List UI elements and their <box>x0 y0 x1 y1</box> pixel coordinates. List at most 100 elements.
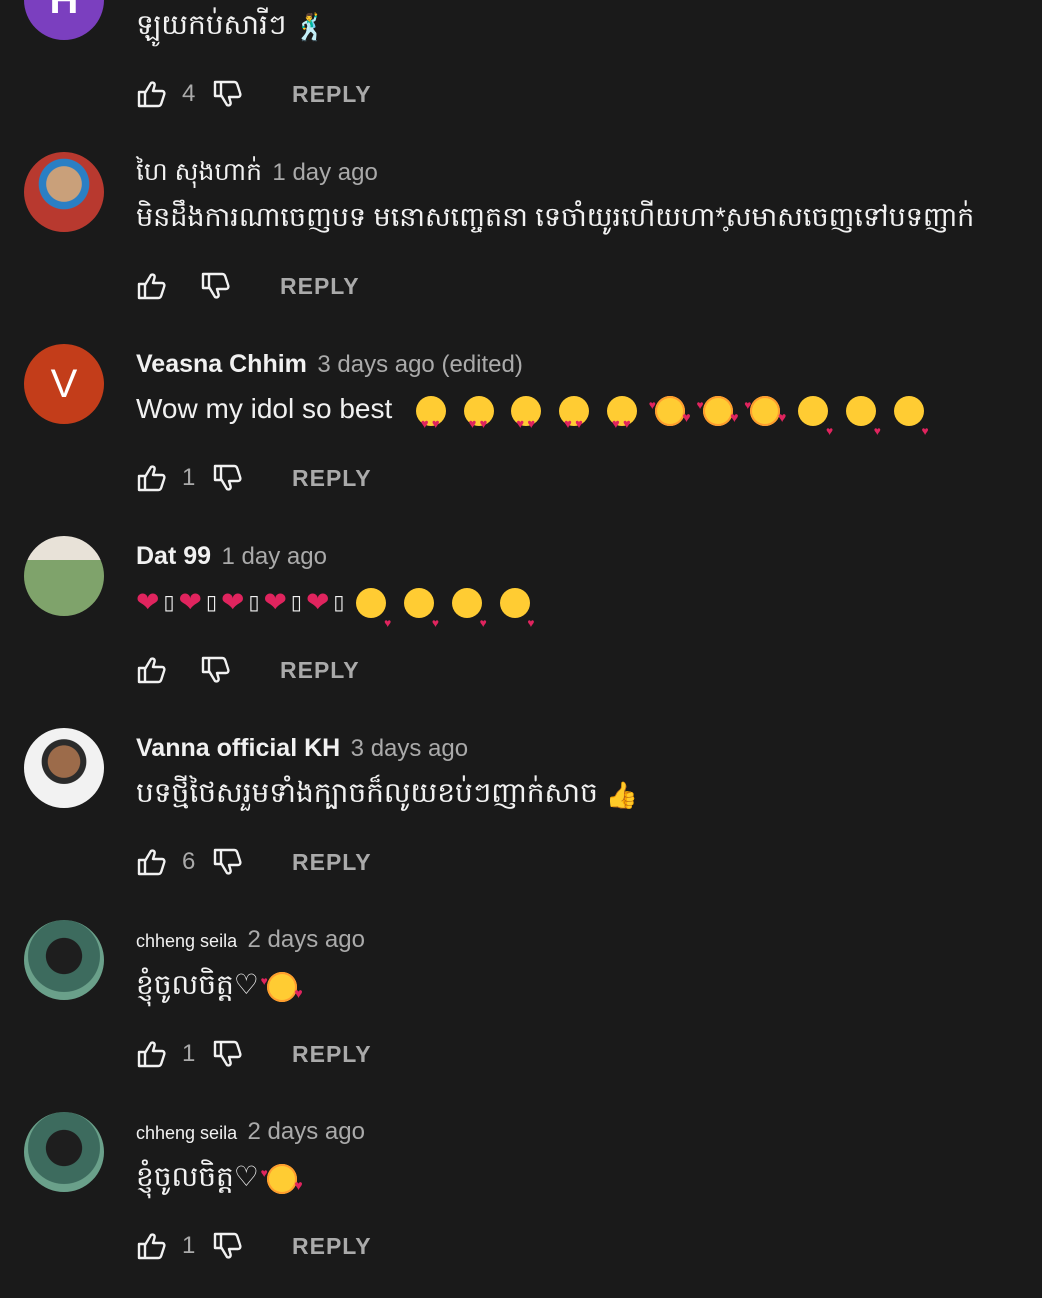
dislike-icon[interactable] <box>212 462 244 494</box>
dislike-icon[interactable] <box>212 846 244 878</box>
heart-emoji-icon: ❤ <box>178 586 202 618</box>
comment-text: ខ្ញុំចូលចិត្ត♡ <box>136 956 307 1018</box>
thumbs-up-emoji-icon: 👍 <box>605 779 638 810</box>
author-name[interactable]: Vanna official KH <box>136 734 340 762</box>
dislike-icon[interactable] <box>212 78 244 110</box>
avatar[interactable]: V <box>24 344 104 424</box>
comment-item: chheng seila 2 days ago ខ្ញុំចូលចិត្ត♡ 1… <box>0 920 1042 1112</box>
comment-item: Vanna official KH 3 days ago បទថ្មីថៃសរួ… <box>0 728 1042 920</box>
avatar[interactable]: H <box>24 0 104 40</box>
like-icon[interactable] <box>136 462 168 494</box>
dislike-icon[interactable] <box>200 654 232 686</box>
heart-eyes-emoji-icon <box>606 395 637 449</box>
like-icon[interactable] <box>136 1230 168 1262</box>
reply-button[interactable]: REPLY <box>292 849 372 876</box>
comment-time[interactable]: 2 days ago <box>248 1118 365 1145</box>
dislike-icon[interactable] <box>212 1038 244 1070</box>
comment-actions: 1 REPLY <box>136 1034 372 1074</box>
comment-text-content: បទថ្មីថៃសរួមទាំងក្បាចក៏លូយខប់ៗញាក់សាច <box>136 777 598 808</box>
comment-item: H ឡូយកប់សារីៗ 🕺 4 REPLY <box>0 0 1042 152</box>
reply-button[interactable]: REPLY <box>292 81 372 108</box>
comment-header: Dat 99 1 day ago <box>136 536 327 576</box>
kiss-face-emoji-icon <box>403 587 439 648</box>
avatar[interactable] <box>24 1112 104 1192</box>
comment-header: Vanna official KH 3 days ago <box>136 728 468 768</box>
kiss-face-emoji-icon <box>798 395 833 456</box>
kiss-face-emoji-icon <box>356 587 391 648</box>
author-name[interactable]: Dat 99 <box>136 542 211 570</box>
comment-header: chheng seila 2 days ago <box>136 920 365 960</box>
heart-emoji-icon: ❤ <box>136 586 160 618</box>
like-count: 1 <box>182 1232 196 1259</box>
comment-header: ហៃ សុងហាក់ 1 day ago <box>136 152 378 192</box>
kiss-face-emoji-icon <box>499 587 535 648</box>
author-name[interactable]: chheng seila <box>136 931 237 951</box>
author-name[interactable]: Veasna Chhim <box>136 350 307 378</box>
missing-glyph-icon: ▯ <box>205 591 217 614</box>
dislike-icon[interactable] <box>212 1230 244 1262</box>
smiling-hearts-emoji-icon <box>261 1148 303 1210</box>
comment-actions: 6 REPLY <box>136 842 372 882</box>
author-name[interactable]: ហៃ សុងហាក់ <box>136 158 262 186</box>
comment-text: ឡូយកប់សារីៗ 🕺 <box>136 0 327 50</box>
smiling-hearts-emoji-icon <box>261 956 303 1018</box>
comment-time[interactable]: 1 day ago <box>272 159 377 186</box>
comment-actions: 4 REPLY <box>136 74 372 114</box>
comment-actions: 1 REPLY <box>136 458 372 498</box>
reply-button[interactable]: REPLY <box>292 1041 372 1068</box>
comment-text: ❤ ▯ ❤ ▯ ❤ ▯ ❤ ▯ ❤ ▯ <box>136 576 540 648</box>
comment-text-content: ខ្ញុំចូលចិត្ត♡ <box>136 1161 259 1192</box>
heart-eyes-emoji-icon <box>463 395 494 449</box>
comment-text-content: មិនដឹងការណាចេញបទ មនោសញ្ចេតនា ទេចាំយូរហើយ… <box>136 202 975 232</box>
heart-eyes-emoji-icon <box>559 395 590 449</box>
comment-time[interactable]: 3 days ago (edited) <box>317 351 522 378</box>
comment-text-content: ឡូយកប់សារីៗ <box>136 9 287 40</box>
like-icon[interactable] <box>136 270 168 302</box>
comment-item: ហៃ សុងហាក់ 1 day ago មិនដឹងការណាចេញបទ មន… <box>0 152 1042 344</box>
reply-button[interactable]: REPLY <box>280 657 360 684</box>
comment-actions: REPLY <box>136 650 360 690</box>
comment-time[interactable]: 3 days ago <box>351 735 468 762</box>
like-icon[interactable] <box>136 846 168 878</box>
like-icon[interactable] <box>136 654 168 686</box>
missing-glyph-icon: ▯ <box>333 591 345 614</box>
comment-time[interactable]: 2 days ago <box>248 926 365 953</box>
avatar[interactable] <box>24 536 104 616</box>
comment-item: V Veasna Chhim 3 days ago (edited) Wow m… <box>0 344 1042 536</box>
heart-emoji-icon: ❤ <box>220 586 245 618</box>
comment-text: ខ្ញុំចូលចិត្ត♡ <box>136 1148 307 1210</box>
missing-glyph-icon: ▯ <box>248 591 260 614</box>
author-name[interactable]: chheng seila <box>136 1123 237 1143</box>
comment-text-content: Wow my idol so best <box>136 393 393 424</box>
smiling-hearts-emoji-icon <box>697 380 739 442</box>
like-count: 1 <box>182 464 196 491</box>
like-count: 6 <box>182 848 196 875</box>
comment-actions: REPLY <box>136 266 360 306</box>
comment-text: Wow my idol so best <box>136 380 934 456</box>
comment-item: chheng seila 2 days ago ខ្ញុំចូលចិត្ត♡ 1… <box>0 1112 1042 1298</box>
comment-header: chheng seila 2 days ago <box>136 1112 365 1152</box>
comment-actions: 1 REPLY <box>136 1226 372 1266</box>
comment-header: Veasna Chhim 3 days ago (edited) <box>136 344 523 384</box>
avatar[interactable] <box>24 728 104 808</box>
dislike-icon[interactable] <box>200 270 232 302</box>
missing-glyph-icon: ▯ <box>163 591 175 614</box>
comment-item: Dat 99 1 day ago ❤▯❤▯❤▯❤▯❤▯ REPLY <box>0 536 1042 728</box>
avatar[interactable] <box>24 152 104 232</box>
avatar-letter: H <box>50 0 79 23</box>
dancer-emoji-icon: 🕺 <box>294 11 327 42</box>
comment-text: បទថ្មីថៃសរួមទាំងក្បាចក៏លូយខប់ៗញាក់សាច 👍 <box>136 768 638 818</box>
heart-emoji-icon: ❤ <box>263 586 287 618</box>
reply-button[interactable]: REPLY <box>280 273 360 300</box>
kiss-face-emoji-icon <box>451 587 487 648</box>
avatar[interactable] <box>24 920 104 1000</box>
avatar-letter: V <box>50 361 78 406</box>
reply-button[interactable]: REPLY <box>292 1233 372 1260</box>
reply-button[interactable]: REPLY <box>292 465 372 492</box>
heart-emoji-icon: ❤ <box>305 586 330 618</box>
heart-eyes-emoji-icon <box>415 395 446 449</box>
comment-time[interactable]: 1 day ago <box>222 543 327 570</box>
smiling-hearts-emoji-icon <box>649 380 691 442</box>
like-icon[interactable] <box>136 1038 168 1070</box>
like-icon[interactable] <box>136 78 168 110</box>
